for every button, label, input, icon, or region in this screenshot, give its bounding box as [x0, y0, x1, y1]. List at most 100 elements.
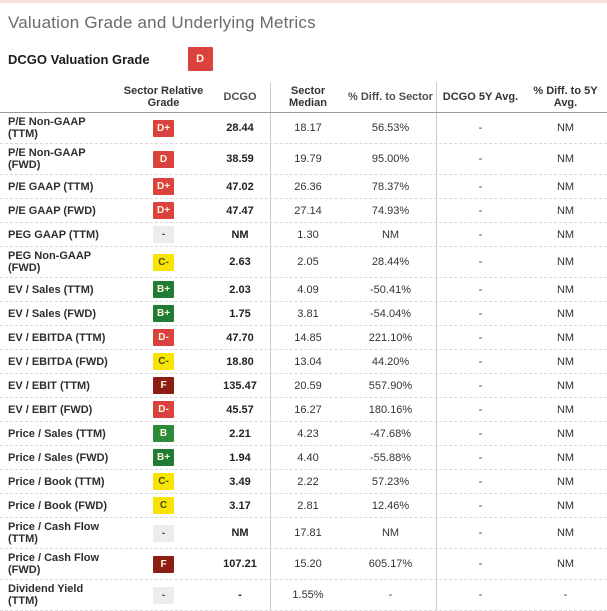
- grade-cell: F: [117, 549, 210, 579]
- diff-to-sector-value: -: [345, 580, 437, 610]
- metric-name: EV / EBIT (FWD): [8, 403, 93, 416]
- sector-median-value: 17.81: [294, 527, 322, 539]
- diff-to-sector-value: 221.10%: [345, 326, 437, 349]
- table-row: Dividend Yield (TTM) - - 1.55% - - -: [0, 580, 607, 611]
- dcgo-value: 2.03: [210, 278, 271, 301]
- diff-to-5y-avg-value: NM: [556, 403, 575, 416]
- dcgo-value: 38.59: [210, 144, 271, 174]
- metric-name: Price / Sales (TTM): [8, 427, 106, 440]
- dcgo-value: 47.02: [210, 175, 271, 198]
- valuation-grade-badge: D: [187, 47, 213, 71]
- dcgo-value: -: [210, 580, 271, 610]
- table-header-row: Sector Relative Grade DCGO Sector Median…: [0, 82, 607, 113]
- diff-to-sector-value: -47.68%: [345, 422, 437, 445]
- grade-badge: D-: [153, 401, 174, 418]
- grade-badge: F: [153, 555, 174, 573]
- grade-badge: C: [153, 497, 174, 514]
- dcgo-5y-avg-value: -: [478, 331, 483, 344]
- dcgo-value: 18.80: [210, 350, 271, 373]
- dcgo-5y-avg-value: -: [478, 427, 483, 440]
- metric-name: Price / Book (FWD): [8, 499, 108, 512]
- table-body: P/E Non-GAAP (TTM) D+ 28.44 18.17 56.53%…: [0, 113, 607, 611]
- table-row: P/E GAAP (TTM) D+ 47.02 26.36 78.37% - N…: [0, 175, 607, 199]
- diff-to-5y-avg-value: NM: [556, 180, 575, 193]
- grade-cell: C: [117, 494, 210, 517]
- diff-to-sector-value: -54.04%: [345, 302, 437, 325]
- diff-to-5y-avg-value: NM: [556, 204, 575, 217]
- grade-badge: C-: [153, 353, 174, 370]
- grade-cell: -: [117, 518, 210, 548]
- diff-to-5y-avg-value: NM: [556, 153, 575, 165]
- diff-to-sector-value: 74.93%: [345, 199, 437, 222]
- table-row: EV / EBITDA (TTM) D- 47.70 14.85 221.10%…: [0, 326, 607, 350]
- grade-badge: -: [153, 524, 174, 542]
- metric-name: EV / EBIT (TTM): [8, 379, 90, 392]
- dcgo-5y-avg-value: -: [478, 180, 483, 193]
- sector-median-value: 15.20: [294, 558, 322, 570]
- grade-cell: D-: [117, 398, 210, 421]
- sector-median-value: 3.81: [297, 307, 319, 320]
- sector-median-value: 13.04: [294, 355, 322, 368]
- table-row: Price / Cash Flow (TTM) - NM 17.81 NM - …: [0, 518, 607, 549]
- grade-cell: D: [117, 144, 210, 174]
- sector-median-value: 16.27: [294, 403, 322, 416]
- table-row: Price / Cash Flow (FWD) F 107.21 15.20 6…: [0, 549, 607, 580]
- header-dcgo-5y-avg: DCGO 5Y Avg.: [442, 91, 519, 103]
- dcgo-5y-avg-value: -: [478, 475, 483, 488]
- valuation-grade-summary: DCGO Valuation Grade D: [8, 47, 607, 71]
- diff-to-5y-avg-value: NM: [556, 331, 575, 344]
- dcgo-5y-avg-value: -: [478, 527, 483, 539]
- sector-median-value: 2.22: [297, 475, 319, 488]
- metric-name: P/E GAAP (FWD): [8, 204, 96, 217]
- grade-badge: C-: [153, 473, 174, 490]
- diff-to-sector-value: 28.44%: [345, 247, 437, 277]
- dcgo-5y-avg-value: -: [478, 256, 483, 268]
- diff-to-5y-avg-value: NM: [556, 499, 575, 512]
- grade-cell: C-: [117, 470, 210, 493]
- table-row: P/E Non-GAAP (FWD) D 38.59 19.79 95.00% …: [0, 144, 607, 175]
- table-row: P/E Non-GAAP (TTM) D+ 28.44 18.17 56.53%…: [0, 113, 607, 144]
- table-row: PEG Non-GAAP (FWD) C- 2.63 2.05 28.44% -…: [0, 247, 607, 278]
- dcgo-5y-avg-value: -: [478, 153, 483, 165]
- table-row: Price / Book (TTM) C- 3.49 2.22 57.23% -…: [0, 470, 607, 494]
- grade-cell: D-: [117, 326, 210, 349]
- dcgo-value: 3.17: [210, 494, 271, 517]
- diff-to-sector-value: -55.88%: [345, 446, 437, 469]
- header-diff-to-5y-avg: % Diff. to 5Y Avg.: [533, 85, 598, 109]
- header-dcgo: DCGO: [210, 82, 271, 112]
- grade-badge: D-: [153, 329, 174, 346]
- sector-median-value: 4.23: [297, 427, 319, 440]
- dcgo-value: 28.44: [210, 113, 271, 143]
- dcgo-value: 1.75: [210, 302, 271, 325]
- dcgo-value: 107.21: [210, 549, 271, 579]
- table-row: EV / EBIT (FWD) D- 45.57 16.27 180.16% -…: [0, 398, 607, 422]
- dcgo-5y-avg-value: -: [478, 204, 483, 217]
- grade-badge: B+: [152, 449, 175, 466]
- diff-to-5y-avg-value: NM: [556, 451, 575, 464]
- grade-cell: D+: [117, 199, 210, 222]
- page-title: Valuation Grade and Underlying Metrics: [8, 13, 316, 32]
- sector-median-value: 1.30: [297, 228, 319, 241]
- grade-badge: B+: [152, 305, 175, 322]
- grade-cell: C-: [117, 350, 210, 373]
- diff-to-5y-avg-value: NM: [556, 256, 575, 268]
- grade-cell: C-: [117, 247, 210, 277]
- dcgo-value: 135.47: [210, 374, 271, 397]
- diff-to-5y-avg-value: NM: [556, 527, 575, 539]
- dcgo-5y-avg-value: -: [478, 355, 483, 368]
- metric-name: P/E Non-GAAP (TTM): [8, 116, 86, 140]
- grade-badge: F: [153, 377, 174, 394]
- metric-name: PEG Non-GAAP (FWD): [8, 250, 91, 274]
- table-row: P/E GAAP (FWD) D+ 47.47 27.14 74.93% - N…: [0, 199, 607, 223]
- grade-badge: D+: [152, 119, 175, 137]
- metrics-table: Sector Relative Grade DCGO Sector Median…: [0, 82, 607, 611]
- diff-to-5y-avg-value: NM: [556, 122, 575, 134]
- grade-badge: B+: [152, 281, 175, 298]
- diff-to-5y-avg-value: NM: [556, 307, 575, 320]
- dcgo-value: NM: [210, 518, 271, 548]
- metric-name: Price / Sales (FWD): [8, 451, 109, 464]
- sector-median-value: 27.14: [294, 204, 322, 217]
- dcgo-5y-avg-value: -: [478, 589, 483, 601]
- grade-badge: D+: [152, 202, 175, 219]
- dcgo-5y-avg-value: -: [478, 379, 483, 392]
